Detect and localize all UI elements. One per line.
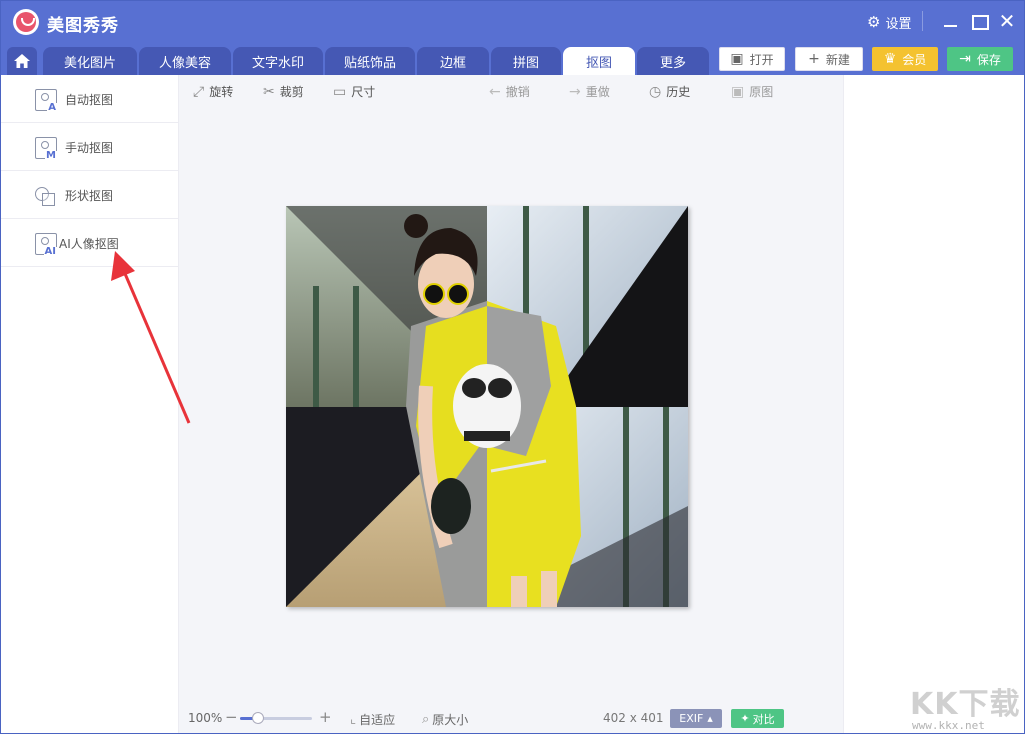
menu-manual-cutout[interactable]: M 手动抠图: [1, 123, 178, 171]
tab-frames[interactable]: 边框: [417, 47, 489, 75]
photo-image: [286, 206, 688, 607]
zoom-percentage: 100%: [188, 711, 223, 725]
tab-more[interactable]: 更多: [637, 47, 709, 75]
title-divider: [922, 11, 923, 31]
app-title: 美图秀秀: [47, 16, 119, 36]
site-watermark: KK下载 www.kkx.net: [904, 679, 1024, 733]
ai-portrait-cutout-icon: AI: [35, 233, 57, 257]
settings-label: 设置: [885, 17, 912, 32]
menu-shape-cutout[interactable]: 形状抠图: [1, 171, 178, 219]
menu-ai-portrait-cutout[interactable]: AI AI人像抠图: [1, 219, 178, 267]
app-window: 美图秀秀 ⚙ 设置 ✕ 美化图片 人像美容 文字水印 贴纸饰品 边框 拼图 抠图…: [0, 0, 1025, 734]
edited-photo[interactable]: [286, 206, 688, 607]
triangle-up-icon: ▲: [707, 714, 713, 723]
export-icon: ⇥: [959, 51, 971, 67]
compare-label: 对比: [752, 712, 775, 726]
watermark-url: www.kkx.net: [912, 719, 985, 732]
fit-to-window-button[interactable]: ⌞ 自适应: [350, 711, 395, 728]
tab-beautify[interactable]: 美化图片: [43, 47, 137, 75]
zoom-out-button[interactable]: −: [225, 708, 238, 726]
menu-auto-cutout[interactable]: A 自动抠图: [1, 75, 178, 123]
new-button[interactable]: + 新建: [795, 47, 863, 71]
minimize-button[interactable]: [941, 11, 961, 31]
undo-label: 撤销: [505, 85, 530, 99]
redo-label: 重做: [585, 85, 610, 99]
zoom-in-button[interactable]: +: [319, 708, 332, 726]
image-icon: ▣: [730, 51, 744, 67]
tab-portrait[interactable]: 人像美容: [139, 47, 231, 75]
tab-cutout[interactable]: 抠图: [563, 47, 635, 75]
magnifier-icon: ⌕: [422, 712, 430, 727]
canvas-area: ⤢ 旋转 ✂ 裁剪 ▭ 尺寸 ← 撤销 → 重做 ◷ 历史 ▣ 原图 100% …: [179, 75, 843, 733]
vip-label: 会员: [902, 52, 927, 67]
crop-label: 裁剪: [279, 85, 304, 99]
resize-icon: ▭: [333, 83, 347, 100]
size-label: 尺寸: [351, 85, 376, 99]
actual-size-label: 原大小: [432, 713, 469, 727]
fit-label: 自适应: [359, 713, 396, 727]
exif-label: EXIF: [679, 712, 704, 725]
rotate-icon: ⤢: [193, 83, 205, 100]
original-label: 原图: [749, 85, 774, 99]
title-bar: 美图秀秀 ⚙ 设置 ✕: [1, 1, 1024, 43]
manual-cutout-icon: M: [35, 137, 57, 161]
home-icon: [14, 54, 30, 68]
actual-size-button[interactable]: ⌕ 原大小: [422, 711, 468, 728]
plus-icon: +: [808, 51, 820, 67]
zoom-slider-track[interactable]: [240, 717, 312, 720]
undo-button[interactable]: ← 撤销: [489, 83, 530, 100]
tab-stickers[interactable]: 贴纸饰品: [325, 47, 415, 75]
compare-button[interactable]: ✦ 对比: [731, 709, 784, 728]
watermark-logo: KK下载: [910, 687, 1021, 722]
gear-icon: ⚙: [867, 13, 881, 31]
cutout-menu: A 自动抠图 M 手动抠图 形状抠图 AI AI人像抠图: [1, 75, 179, 733]
compare-star-icon: ✦: [740, 712, 750, 725]
open-label: 打开: [749, 52, 774, 67]
image-dimensions: 402 x 401: [603, 711, 664, 725]
app-logo-icon: [13, 9, 39, 35]
open-button[interactable]: ▣ 打开: [719, 47, 785, 71]
scissors-icon: ✂: [263, 83, 275, 100]
tab-collage[interactable]: 拼图: [491, 47, 561, 75]
menu-manual-cutout-label: 手动抠图: [65, 141, 114, 155]
tab-bar: 美化图片 人像美容 文字水印 贴纸饰品 边框 拼图 抠图 更多 ▣ 打开 + 新…: [1, 43, 1024, 75]
fit-icon: ⌞: [350, 712, 357, 727]
tab-text-watermark[interactable]: 文字水印: [233, 47, 323, 75]
new-label: 新建: [825, 52, 850, 67]
clock-icon: ◷: [649, 83, 662, 100]
save-button[interactable]: ⇥ 保存: [947, 47, 1013, 71]
original-button[interactable]: ▣ 原图: [731, 83, 773, 100]
history-label: 历史: [666, 85, 691, 99]
crown-icon: ♛: [883, 51, 897, 67]
history-button[interactable]: ◷ 历史: [649, 83, 690, 100]
maximize-button[interactable]: [969, 11, 989, 31]
picture-icon: ▣: [731, 83, 745, 100]
status-bar: 100% − + ⌞ 自适应 ⌕ 原大小 402 x 401 EXIF ▲ ✦: [179, 707, 843, 733]
shape-cutout-icon: [35, 185, 57, 207]
redo-button[interactable]: → 重做: [569, 83, 610, 100]
rotate-label: 旋转: [209, 85, 234, 99]
menu-ai-portrait-cutout-label: AI人像抠图: [59, 237, 119, 251]
exif-button[interactable]: EXIF ▲: [670, 709, 722, 728]
menu-shape-cutout-label: 形状抠图: [65, 189, 114, 203]
size-button[interactable]: ▭ 尺寸: [333, 83, 375, 100]
settings-button[interactable]: ⚙ 设置: [867, 13, 912, 33]
redo-arrow-icon: →: [569, 83, 581, 100]
home-tab[interactable]: [7, 47, 37, 75]
vip-button[interactable]: ♛ 会员: [872, 47, 938, 71]
save-label: 保存: [976, 52, 1001, 67]
rotate-button[interactable]: ⤢ 旋转: [193, 83, 233, 100]
menu-auto-cutout-label: 自动抠图: [65, 93, 114, 107]
auto-cutout-icon: A: [35, 89, 57, 113]
right-panel: KK下载 www.kkx.net: [843, 75, 1024, 733]
undo-arrow-icon: ←: [489, 83, 501, 100]
zoom-slider-handle[interactable]: [252, 712, 264, 724]
crop-button[interactable]: ✂ 裁剪: [263, 83, 304, 100]
close-button[interactable]: ✕: [997, 11, 1017, 31]
